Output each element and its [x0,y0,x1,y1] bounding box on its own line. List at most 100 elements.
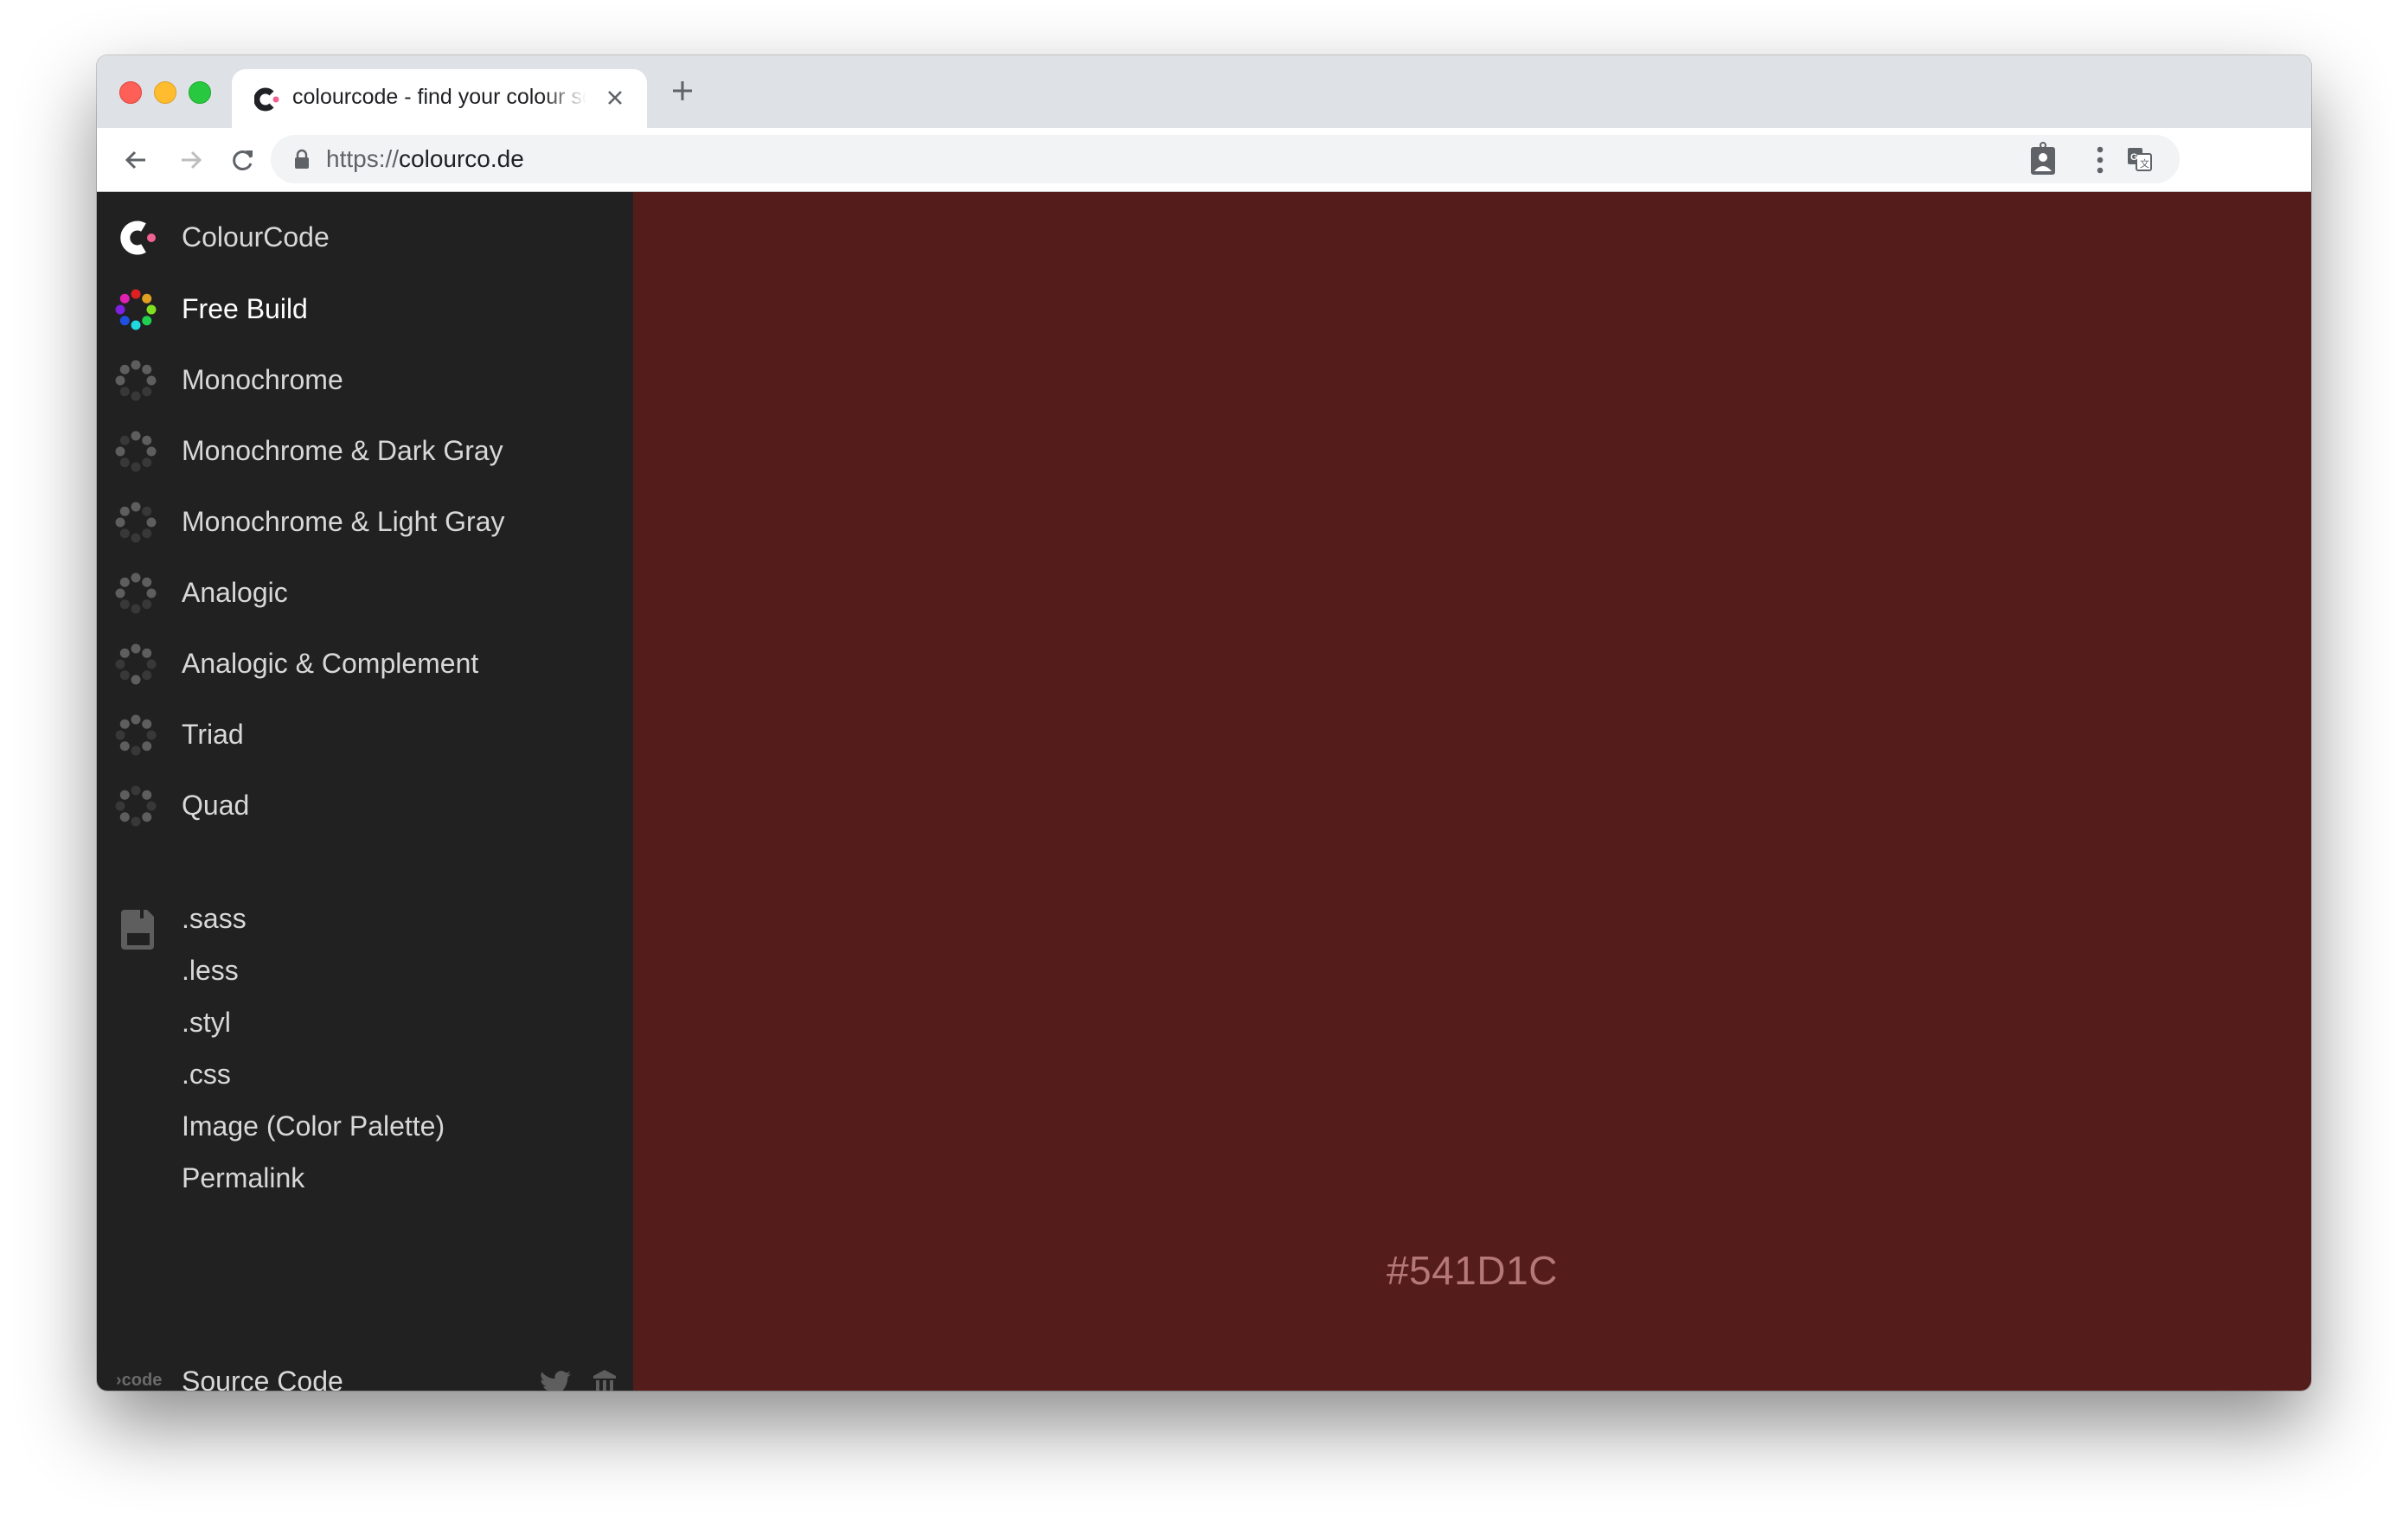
scheme-dot [119,528,130,539]
export-link-styl[interactable]: .styl [182,1007,231,1039]
export-link-css[interactable]: .css [182,1059,231,1091]
close-icon[interactable] [604,86,626,109]
colour-hex-label[interactable]: #541D1C [633,1247,2311,1294]
back-arrow-icon[interactable] [123,147,149,173]
url-host: colourco.de [399,145,524,172]
browser-window: colourcode - find your colour scheme htt… [97,55,2311,1391]
sidebar-item-analogic-complement[interactable]: Analogic & Complement [97,634,633,694]
twitter-icon[interactable] [540,1370,571,1391]
sidebar-item-label: Quad [182,790,250,821]
sidebar-item-monochrome-light-gray[interactable]: Monochrome & Light Gray [97,492,633,553]
scheme-dot [142,457,152,468]
sidebar-item-monochrome[interactable]: Monochrome [97,350,633,411]
svg-text:G: G [2130,152,2138,163]
scheme-dot [131,431,141,441]
forward-arrow-icon[interactable] [178,147,204,173]
brand-link[interactable]: ColourCode [97,208,633,268]
scheme-dot [146,659,157,669]
svg-text:文: 文 [2140,157,2149,170]
scheme-dot [131,533,141,543]
scheme-dot [142,790,152,800]
minimize-window-button[interactable] [154,81,176,104]
tab-bar: colourcode - find your colour scheme [97,55,2311,128]
sidebar-item-label: Monochrome & Light Gray [182,506,505,537]
scheme-dot [142,316,152,326]
scheme-dot [119,599,130,610]
translate-icon[interactable]: G 文 [2126,145,2154,173]
scheme-dots-icon [115,785,157,827]
save-icon [121,910,154,950]
sidebar-item-quad[interactable]: Quad [97,776,633,836]
scheme-dot [119,435,130,445]
scheme-dot [115,304,125,315]
scheme-dots-icon [115,714,157,756]
scheme-dot [142,599,152,610]
sidebar: ColourCode Free Build Monochrome Monochrom… [97,192,633,1391]
browser-toolbar: https://colourco.de G 文 [97,128,2311,192]
scheme-dot [131,643,141,654]
plus-icon[interactable] [669,78,695,104]
institution-icon[interactable] [593,1370,616,1391]
scheme-dot [146,588,157,598]
profile-icon[interactable] [2029,142,2057,176]
scheme-dot [115,446,125,457]
export-link-image-color-palette[interactable]: Image (Color Palette) [182,1110,445,1142]
maximize-window-button[interactable] [189,81,211,104]
browser-tab[interactable]: colourcode - find your colour scheme [232,69,647,128]
export-link-less[interactable]: .less [182,955,239,987]
sidebar-item-label: Analogic & Complement [182,648,479,679]
colour-panel[interactable]: #541D1C [633,192,2311,1391]
scheme-dot [146,375,157,386]
scheme-dot [142,577,152,587]
scheme-dot [142,293,152,304]
scheme-dot [119,457,130,468]
scheme-dot [115,588,125,598]
scheme-dot [131,604,141,614]
scheme-dot [119,316,130,326]
scheme-dot [131,573,141,583]
scheme-dot [115,730,125,740]
scheme-dot [146,730,157,740]
sidebar-item-analogic[interactable]: Analogic [97,563,633,624]
scheme-dot [142,528,152,539]
source-code-link[interactable]: Source Code [182,1366,343,1391]
scheme-dot [119,577,130,587]
scheme-dot [115,517,125,528]
export-link-permalink[interactable]: Permalink [182,1162,304,1194]
url-scheme: https:// [326,145,400,172]
scheme-dot [131,714,141,725]
sidebar-item-label: Triad [182,719,244,750]
reload-icon[interactable] [230,147,256,173]
colourcode-logo-icon [120,221,156,255]
sidebar-item-monochrome-dark-gray[interactable]: Monochrome & Dark Gray [97,421,633,482]
scheme-dot [119,387,130,397]
sidebar-item-triad[interactable]: Triad [97,705,633,765]
address-bar[interactable]: https://colourco.de G 文 [271,135,2180,183]
scheme-dot [142,812,152,822]
scheme-dot [131,360,141,370]
sidebar-item-label: Monochrome & Dark Gray [182,435,503,466]
tab-title: colourcode - find your colour scheme [292,85,586,109]
scheme-dots-icon [115,573,157,614]
page-content: ColourCode Free Build Monochrome Monochrom… [97,192,2311,1391]
scheme-dots-icon [115,431,157,472]
colourcode-favicon-icon [254,87,279,112]
scheme-dot [146,304,157,315]
more-menu-icon[interactable] [2095,145,2105,175]
close-window-button[interactable] [119,81,142,104]
lock-icon [295,149,309,169]
scheme-dot [131,289,141,299]
scheme-dot [146,517,157,528]
url-text[interactable]: https://colourco.de [326,145,524,173]
sidebar-item-label: Analogic [182,577,288,608]
scheme-dot [142,506,152,516]
scheme-dot [119,741,130,752]
scheme-dot [142,670,152,681]
sidebar-item-free-build[interactable]: Free Build [97,279,633,340]
code-logo: ›code [116,1371,163,1390]
scheme-dots-icon [115,643,157,685]
scheme-dot [115,801,125,811]
colour-wheel-icon [115,289,157,330]
scheme-dot [131,502,141,512]
export-link-sass[interactable]: .sass [182,903,247,935]
